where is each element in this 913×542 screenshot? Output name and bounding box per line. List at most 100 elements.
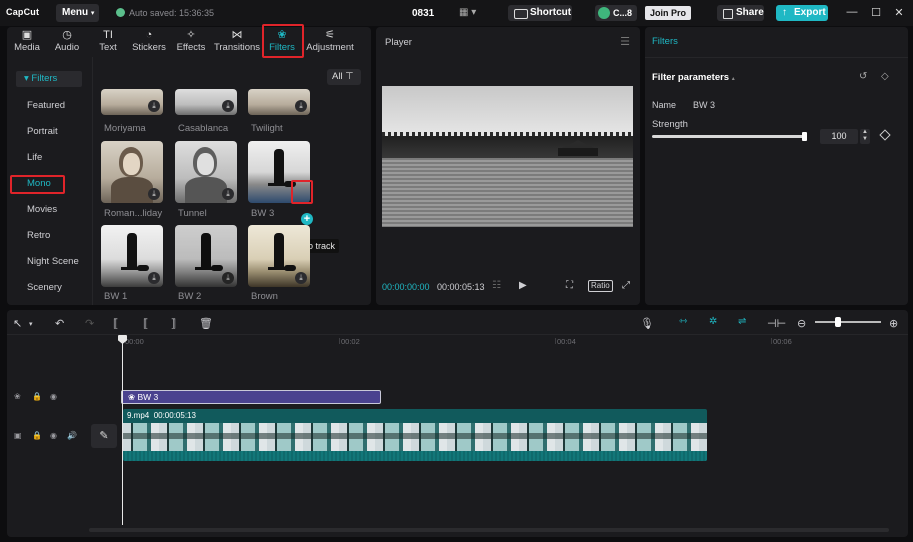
project-name[interactable]: 0831 bbox=[412, 8, 434, 19]
strength-slider[interactable] bbox=[652, 135, 804, 138]
tab-filters[interactable]: ❀ Filters bbox=[265, 29, 299, 55]
video-clip[interactable]: 9.mp4 00:00:05:13 bbox=[123, 409, 707, 461]
filter-label-brown: Brown bbox=[251, 291, 278, 302]
microphone-icon[interactable]: 🎙 bbox=[640, 317, 654, 330]
lock-icon[interactable]: 🔒 bbox=[32, 431, 42, 440]
filter-thumb-twilight[interactable]: ⤓ bbox=[248, 89, 310, 115]
ruler-tick bbox=[771, 338, 772, 344]
video-preview[interactable] bbox=[382, 86, 633, 227]
name-label: Name bbox=[652, 100, 677, 110]
linkage-icon[interactable]: ⇌ bbox=[738, 316, 746, 327]
maximize-icon[interactable]: ☐ bbox=[870, 6, 882, 20]
lock-icon[interactable]: 🔒 bbox=[32, 392, 42, 401]
sidebar-item-scenery[interactable]: Scenery bbox=[27, 282, 62, 293]
filter-thumb-tunnel[interactable]: ⤓ bbox=[175, 141, 237, 203]
ratio-button[interactable]: Ratio bbox=[588, 280, 613, 292]
tab-transitions[interactable]: ⋈ Transitions bbox=[213, 29, 261, 55]
split-icon[interactable]: ⟦ bbox=[113, 317, 118, 330]
fullscreen-icon[interactable]: ⤢ bbox=[622, 280, 630, 291]
timeline-grid-icon[interactable]: ☷ bbox=[492, 280, 501, 291]
strength-slider-thumb[interactable] bbox=[802, 132, 807, 141]
sidebar-item-night-scene[interactable]: Night Scene bbox=[27, 256, 79, 267]
strength-keyframe-icon[interactable] bbox=[879, 129, 891, 141]
timeline-scrollbar[interactable] bbox=[89, 528, 889, 532]
filter-thumb-bw3[interactable] bbox=[248, 141, 310, 203]
sidebar-item-life[interactable]: Life bbox=[27, 152, 42, 163]
water-shape bbox=[382, 158, 633, 227]
zoom-slider-thumb[interactable] bbox=[835, 317, 841, 327]
filter-label-casablanca: Casablanca bbox=[178, 123, 229, 134]
chevron-down-icon[interactable]: ▾ bbox=[29, 320, 33, 328]
preview-axis-icon[interactable]: ⊣⊢ bbox=[767, 317, 786, 330]
zoom-slider[interactable] bbox=[815, 321, 881, 323]
play-icon[interactable]: ▶ bbox=[519, 280, 527, 291]
tab-text[interactable]: TI Text bbox=[95, 29, 121, 55]
download-icon: ⤓ bbox=[148, 100, 160, 112]
ruler-tick bbox=[339, 338, 340, 344]
filter-thumb-moriyama[interactable]: ⤓ bbox=[101, 89, 163, 115]
filters-properties-tab[interactable]: Filters bbox=[652, 36, 678, 47]
player-menu-icon[interactable]: ☰ bbox=[620, 35, 630, 48]
shortcut-button[interactable]: Shortcut bbox=[508, 5, 572, 21]
filter-thumb-casablanca[interactable]: ⤓ bbox=[175, 89, 237, 115]
filter-all-dropdown[interactable]: All ⊤ bbox=[327, 69, 361, 85]
tab-filters-label: Filters bbox=[269, 42, 295, 53]
main-track-magnet-icon[interactable]: ⇿ bbox=[679, 316, 687, 327]
tab-adjustment[interactable]: ⚟ Adjustment bbox=[305, 29, 355, 55]
split-right-icon[interactable]: ⟧ bbox=[171, 317, 176, 330]
auto-snapping-icon[interactable]: ✲ bbox=[709, 316, 717, 327]
audio-waveform-strip bbox=[123, 451, 707, 461]
transitions-icon: ⋈ bbox=[231, 29, 243, 41]
keyframe-icon[interactable]: ◇ bbox=[881, 71, 889, 82]
caret-up-icon: ▴ bbox=[731, 76, 735, 82]
share-button[interactable]: Share bbox=[717, 5, 764, 21]
filter-thumb-bw1[interactable]: ⤓ bbox=[101, 225, 163, 287]
menu-label: Menu bbox=[62, 7, 89, 18]
speaker-icon[interactable]: 🔊 bbox=[67, 431, 77, 440]
delete-icon[interactable]: 🗑 bbox=[199, 317, 213, 330]
menu-button[interactable]: Menu ▾ bbox=[56, 4, 99, 22]
download-icon: ⤓ bbox=[148, 272, 160, 284]
split-left-icon[interactable]: ⟦ bbox=[143, 317, 148, 330]
minimize-icon[interactable]: — bbox=[846, 6, 858, 20]
sidebar-item-mono[interactable]: Mono bbox=[27, 178, 51, 189]
filters-header-label: Filters bbox=[31, 73, 58, 84]
select-cursor-icon[interactable]: ↖ bbox=[13, 317, 22, 330]
download-icon: ⤓ bbox=[222, 272, 234, 284]
playhead[interactable] bbox=[122, 336, 123, 525]
undo-icon[interactable]: ↶ bbox=[55, 317, 64, 330]
reset-icon[interactable]: ↺ bbox=[859, 71, 867, 82]
cover-edit-button[interactable]: ✎ bbox=[91, 424, 117, 448]
sidebar-item-movies[interactable]: Movies bbox=[27, 204, 57, 215]
eye-icon[interactable]: ◉ bbox=[50, 392, 57, 401]
filter-thumb-bw2[interactable]: ⤓ bbox=[175, 225, 237, 287]
close-icon[interactable]: ✕ bbox=[893, 6, 905, 20]
zoom-out-icon[interactable]: ⊖ bbox=[797, 317, 806, 330]
text-icon: TI bbox=[103, 29, 113, 41]
filter-thumb-brown[interactable]: ⤓ bbox=[248, 225, 310, 287]
join-pro-button[interactable]: Join Pro bbox=[645, 6, 691, 20]
zoom-in-icon[interactable]: ⊕ bbox=[889, 317, 898, 330]
tab-audio[interactable]: ◷ Audio bbox=[51, 29, 83, 55]
account-button[interactable]: C...8 bbox=[595, 5, 637, 21]
strength-stepper[interactable]: ▲ ▼ bbox=[860, 129, 870, 144]
adjustment-icon: ⚟ bbox=[325, 29, 335, 41]
layout-icon[interactable]: ▦ ▾ bbox=[459, 7, 481, 19]
filters-header[interactable]: ▾ Filters bbox=[16, 71, 82, 87]
strength-input[interactable]: 100 bbox=[820, 129, 858, 144]
tab-effects[interactable]: ✧ Effects bbox=[175, 29, 207, 55]
eye-icon[interactable]: ◉ bbox=[50, 431, 57, 440]
tab-media[interactable]: ▣ Media bbox=[9, 29, 45, 55]
fit-frame-icon[interactable]: ⛶ bbox=[566, 280, 573, 291]
walker-shape bbox=[268, 233, 290, 270]
sidebar-item-portrait[interactable]: Portrait bbox=[27, 126, 58, 137]
filter-clip-bw3[interactable]: ❀ BW 3 bbox=[121, 390, 381, 404]
filter-label-bw3: BW 3 bbox=[251, 208, 275, 219]
ruler-tick bbox=[555, 338, 556, 344]
filter-thumb-roman-holiday[interactable]: ⤓ bbox=[101, 141, 163, 203]
sidebar-item-featured[interactable]: Featured bbox=[27, 100, 65, 111]
tab-stickers[interactable]: ◔ Stickers bbox=[131, 29, 167, 55]
export-button[interactable]: Export bbox=[776, 5, 828, 21]
sidebar-item-retro[interactable]: Retro bbox=[27, 230, 50, 241]
add-to-track-button[interactable]: + bbox=[301, 213, 313, 225]
